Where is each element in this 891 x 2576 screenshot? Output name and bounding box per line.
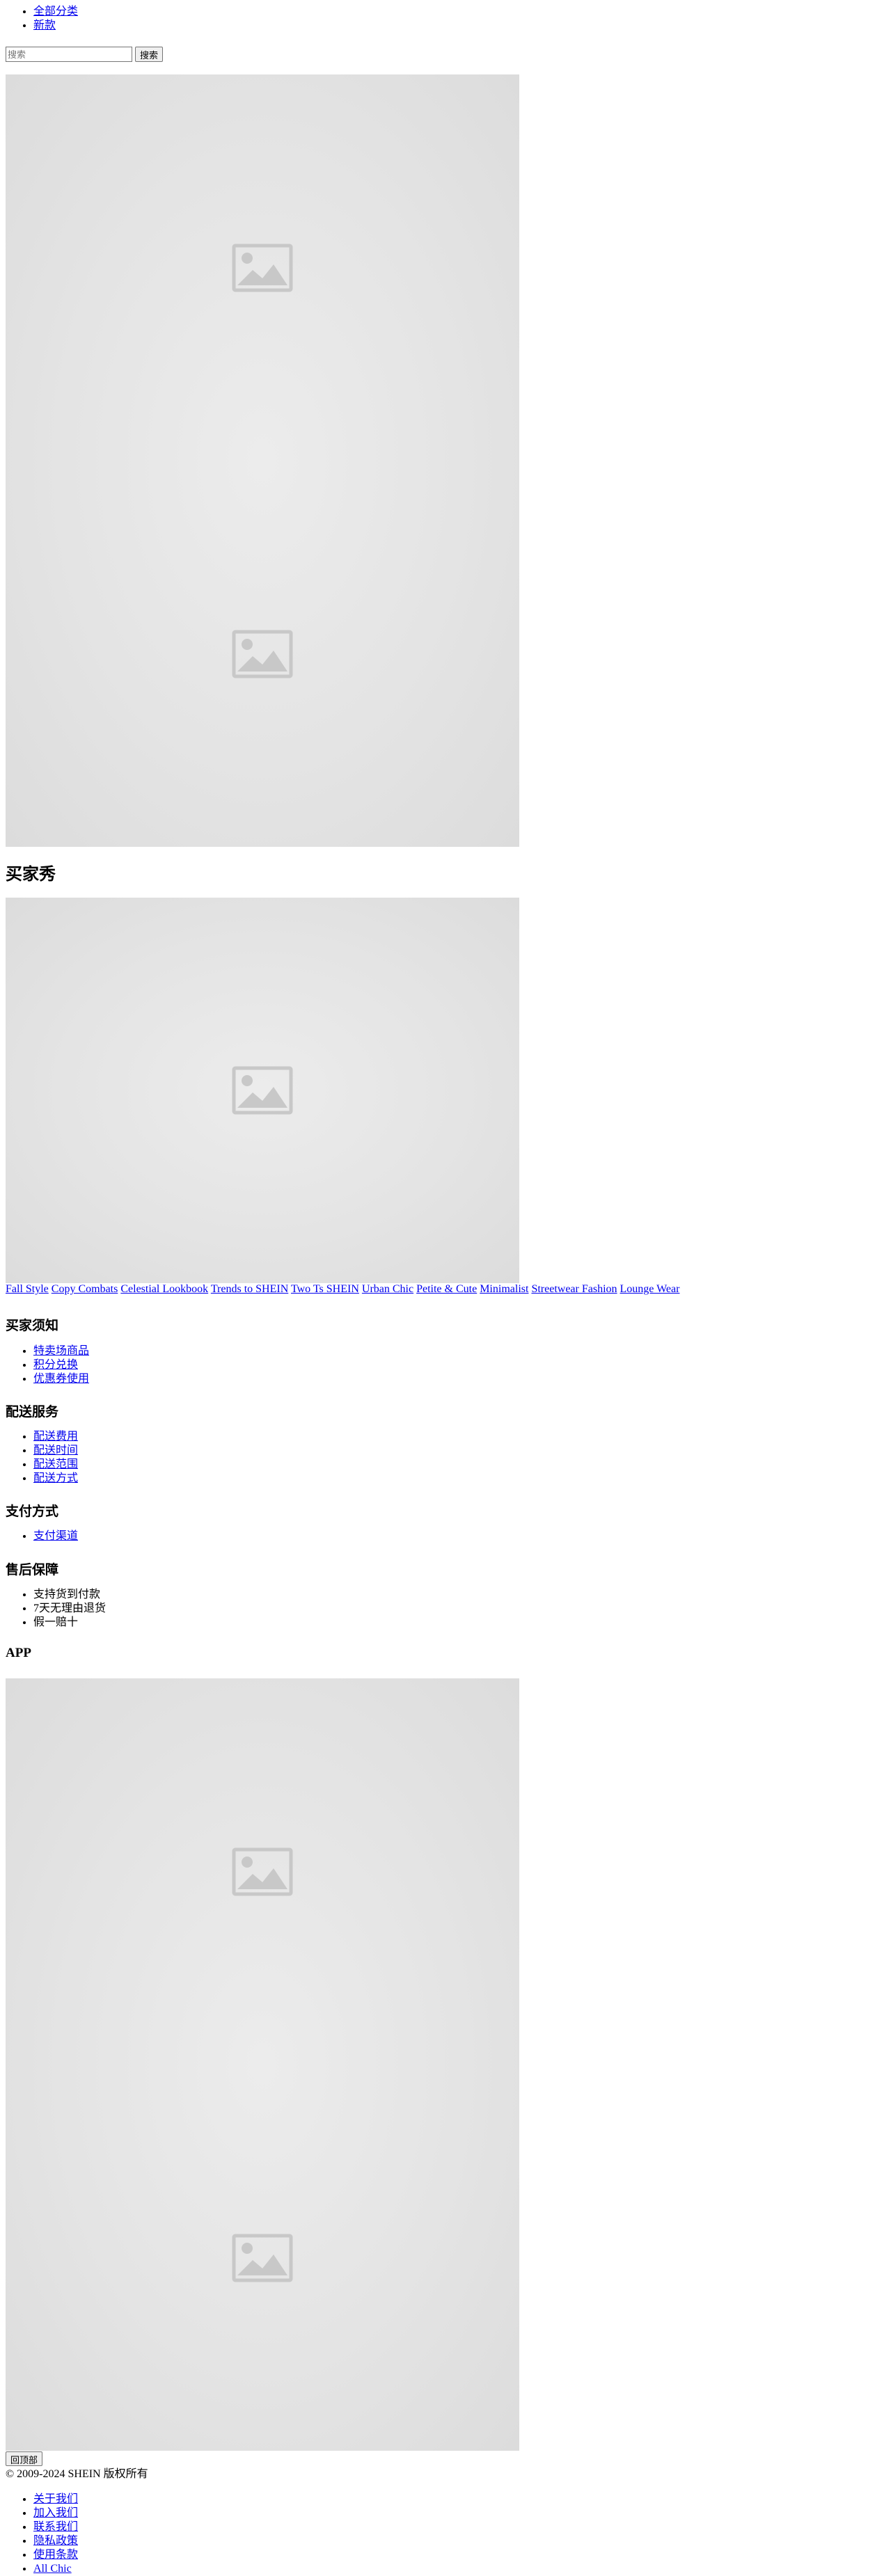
list-item: 配送范围 — [33, 1458, 78, 1472]
app-qr-image — [6, 1678, 519, 2451]
footer-link-all-chic[interactable]: All Chic — [33, 2563, 72, 2575]
search-form: 搜索 — [6, 47, 164, 62]
tag-link[interactable]: Copy Combats — [52, 1283, 118, 1295]
footer-link[interactable]: 特卖场商品 — [33, 1345, 89, 1357]
list-item: 关于我们 — [33, 2492, 78, 2506]
list-item: All Chic — [33, 2562, 78, 2576]
tag-link[interactable]: Streetwear Fashion — [531, 1283, 617, 1295]
nav-item: 全部分类 — [33, 5, 78, 19]
list-item: 使用条款 — [33, 2548, 78, 2562]
footer-link[interactable]: 配送费用 — [33, 1431, 78, 1442]
footer-link[interactable]: 优惠券使用 — [33, 1373, 89, 1385]
broken-image-icon — [232, 2234, 293, 2282]
nav-item: 新款 — [33, 19, 78, 33]
tag-link[interactable]: Celestial Lookbook — [120, 1283, 208, 1295]
list-item: 7天无理由退货 — [33, 1602, 106, 1616]
after-sales-list: 支持货到付款 7天无理由退货 假一赔十 — [6, 1588, 106, 1630]
tag-link[interactable]: Lounge Wear — [620, 1283, 680, 1295]
list-item: 配送方式 — [33, 1472, 78, 1486]
legal-links: 关于我们 加入我们 联系我们 隐私政策 使用条款 All Chic — [6, 2492, 78, 2576]
footer-link[interactable]: 积分兑换 — [33, 1359, 78, 1371]
app-title: APP — [6, 1646, 31, 1660]
delivery-list: 配送费用 配送时间 配送范围 配送方式 — [6, 1430, 78, 1486]
tag-link[interactable]: Urban Chic — [362, 1283, 413, 1295]
footer-link[interactable]: 配送时间 — [33, 1445, 78, 1456]
payment-title: 支付方式 — [6, 1504, 59, 1519]
tag-link[interactable]: Two Ts SHEIN — [291, 1283, 359, 1295]
payment-list: 支付渠道 — [6, 1529, 78, 1543]
broken-image-icon — [232, 630, 293, 678]
search-input[interactable] — [6, 47, 132, 62]
nav-link-all-categories[interactable]: 全部分类 — [33, 6, 78, 17]
delivery-title: 配送服务 — [6, 1405, 59, 1420]
broken-image-icon — [232, 1066, 293, 1115]
list-item: 特卖场商品 — [33, 1344, 89, 1358]
buyer-show-heading: 买家秀 — [6, 866, 56, 884]
list-item: 支持货到付款 — [33, 1588, 106, 1602]
tag-link[interactable]: Petite & Cute — [416, 1283, 477, 1295]
list-item: 联系我们 — [33, 2520, 78, 2534]
nav-link-new-arrivals[interactable]: 新款 — [33, 19, 56, 31]
footer-link[interactable]: 配送方式 — [33, 1472, 78, 1484]
tag-link[interactable]: Minimalist — [480, 1283, 528, 1295]
broken-image-icon — [232, 1847, 293, 1896]
footer-link-contact[interactable]: 联系我们 — [33, 2521, 78, 2533]
footer-link[interactable]: 支付渠道 — [33, 1530, 78, 1542]
buyer-notice-list: 特卖场商品 积分兑换 优惠券使用 — [6, 1344, 89, 1386]
banner-image[interactable] — [6, 74, 519, 847]
search-button[interactable]: 搜索 — [135, 47, 164, 62]
broken-image-icon — [232, 244, 293, 292]
list-item: 配送时间 — [33, 1444, 78, 1458]
footer-link-privacy[interactable]: 隐私政策 — [33, 2535, 78, 2547]
list-item: 积分兑换 — [33, 1358, 89, 1372]
footer-link-about[interactable]: 关于我们 — [33, 2493, 78, 2505]
footer-link[interactable]: 配送范围 — [33, 1458, 78, 1470]
list-item: 假一赔十 — [33, 1616, 106, 1630]
list-item: 隐私政策 — [33, 2534, 78, 2548]
list-item: 优惠券使用 — [33, 1372, 89, 1386]
footer-link-terms[interactable]: 使用条款 — [33, 2549, 78, 2561]
list-item: 加入我们 — [33, 2506, 78, 2520]
tag-links: Fall Style Copy Combats Celestial Lookbo… — [6, 1282, 679, 1296]
footer-link-careers[interactable]: 加入我们 — [33, 2507, 78, 2519]
copyright-text: © 2009-2024 SHEIN 版权所有 — [6, 2468, 148, 2480]
list-item: 配送费用 — [33, 1430, 78, 1444]
tag-link[interactable]: Trends to SHEIN — [211, 1283, 288, 1295]
after-sales-title: 售后保障 — [6, 1563, 59, 1577]
list-item: 支付渠道 — [33, 1529, 78, 1543]
buyer-show-image[interactable] — [6, 898, 519, 1283]
top-nav: 全部分类 新款 — [6, 5, 78, 33]
back-to-top-button[interactable]: 回顶部 — [6, 2451, 43, 2466]
tag-link[interactable]: Fall Style — [6, 1283, 49, 1295]
buyer-notice-title: 买家须知 — [6, 1319, 59, 1333]
